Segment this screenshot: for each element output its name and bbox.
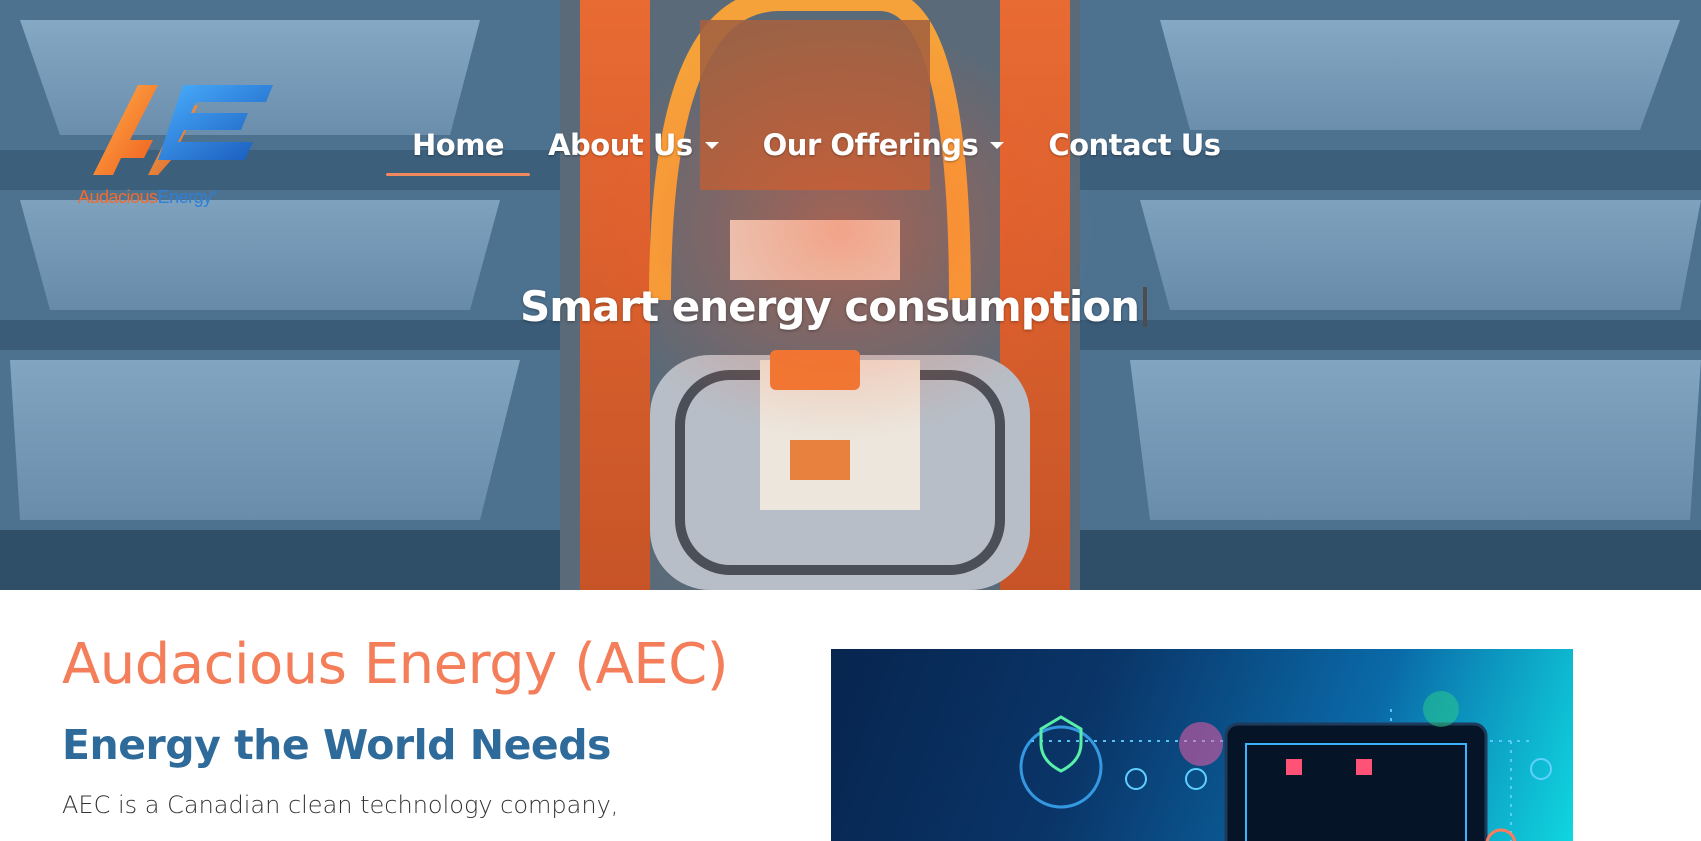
smart-home-energy-image [831,649,1573,841]
audacious-energy-logo[interactable]: AudaciousEnergy® [78,80,278,210]
typing-cursor [1143,287,1148,327]
nav-item-home-label: Home [412,128,505,162]
nav-item-about-us-label: About Us [548,128,693,162]
nav-item-about-us[interactable]: About Us [548,128,719,162]
hero-banner: AudaciousEnergy® Home About Us Our Offer… [0,0,1701,590]
intro-paragraph: AEC is a Canadian clean technology compa… [62,791,619,819]
nav-item-home[interactable]: Home [386,128,531,176]
nav-item-contact-us[interactable]: Contact Us [1048,128,1221,162]
page-title: Audacious Energy (AEC) [62,632,729,697]
section-subtitle: Energy the World Needs [62,721,611,769]
smart-home-illustration [1019,691,1552,841]
ae-logo-mark-icon [93,85,273,175]
intro-section: Audacious Energy (AEC) Energy the World … [62,632,782,819]
chevron-down-icon [990,141,1005,149]
logo-word-audacious: Audacious [78,187,158,207]
logo-word-energy: Energy [157,187,213,207]
chevron-down-icon [704,141,719,149]
nav-item-contact-us-label: Contact Us [1048,128,1221,162]
logo-wordmark: AudaciousEnergy® [78,187,278,208]
hero-headline-text: Smart energy consumption [520,282,1140,331]
nav-item-our-offerings-label: Our Offerings [762,128,979,162]
nav-item-our-offerings[interactable]: Our Offerings [763,128,1005,162]
hero-headline: Smart energy consumption [520,282,1148,331]
active-nav-underline [386,173,531,176]
main-navigation: Home About Us Our Offerings Contact Us [386,120,1265,176]
registered-mark: ® [211,189,218,198]
shield-icon [1019,715,1103,809]
